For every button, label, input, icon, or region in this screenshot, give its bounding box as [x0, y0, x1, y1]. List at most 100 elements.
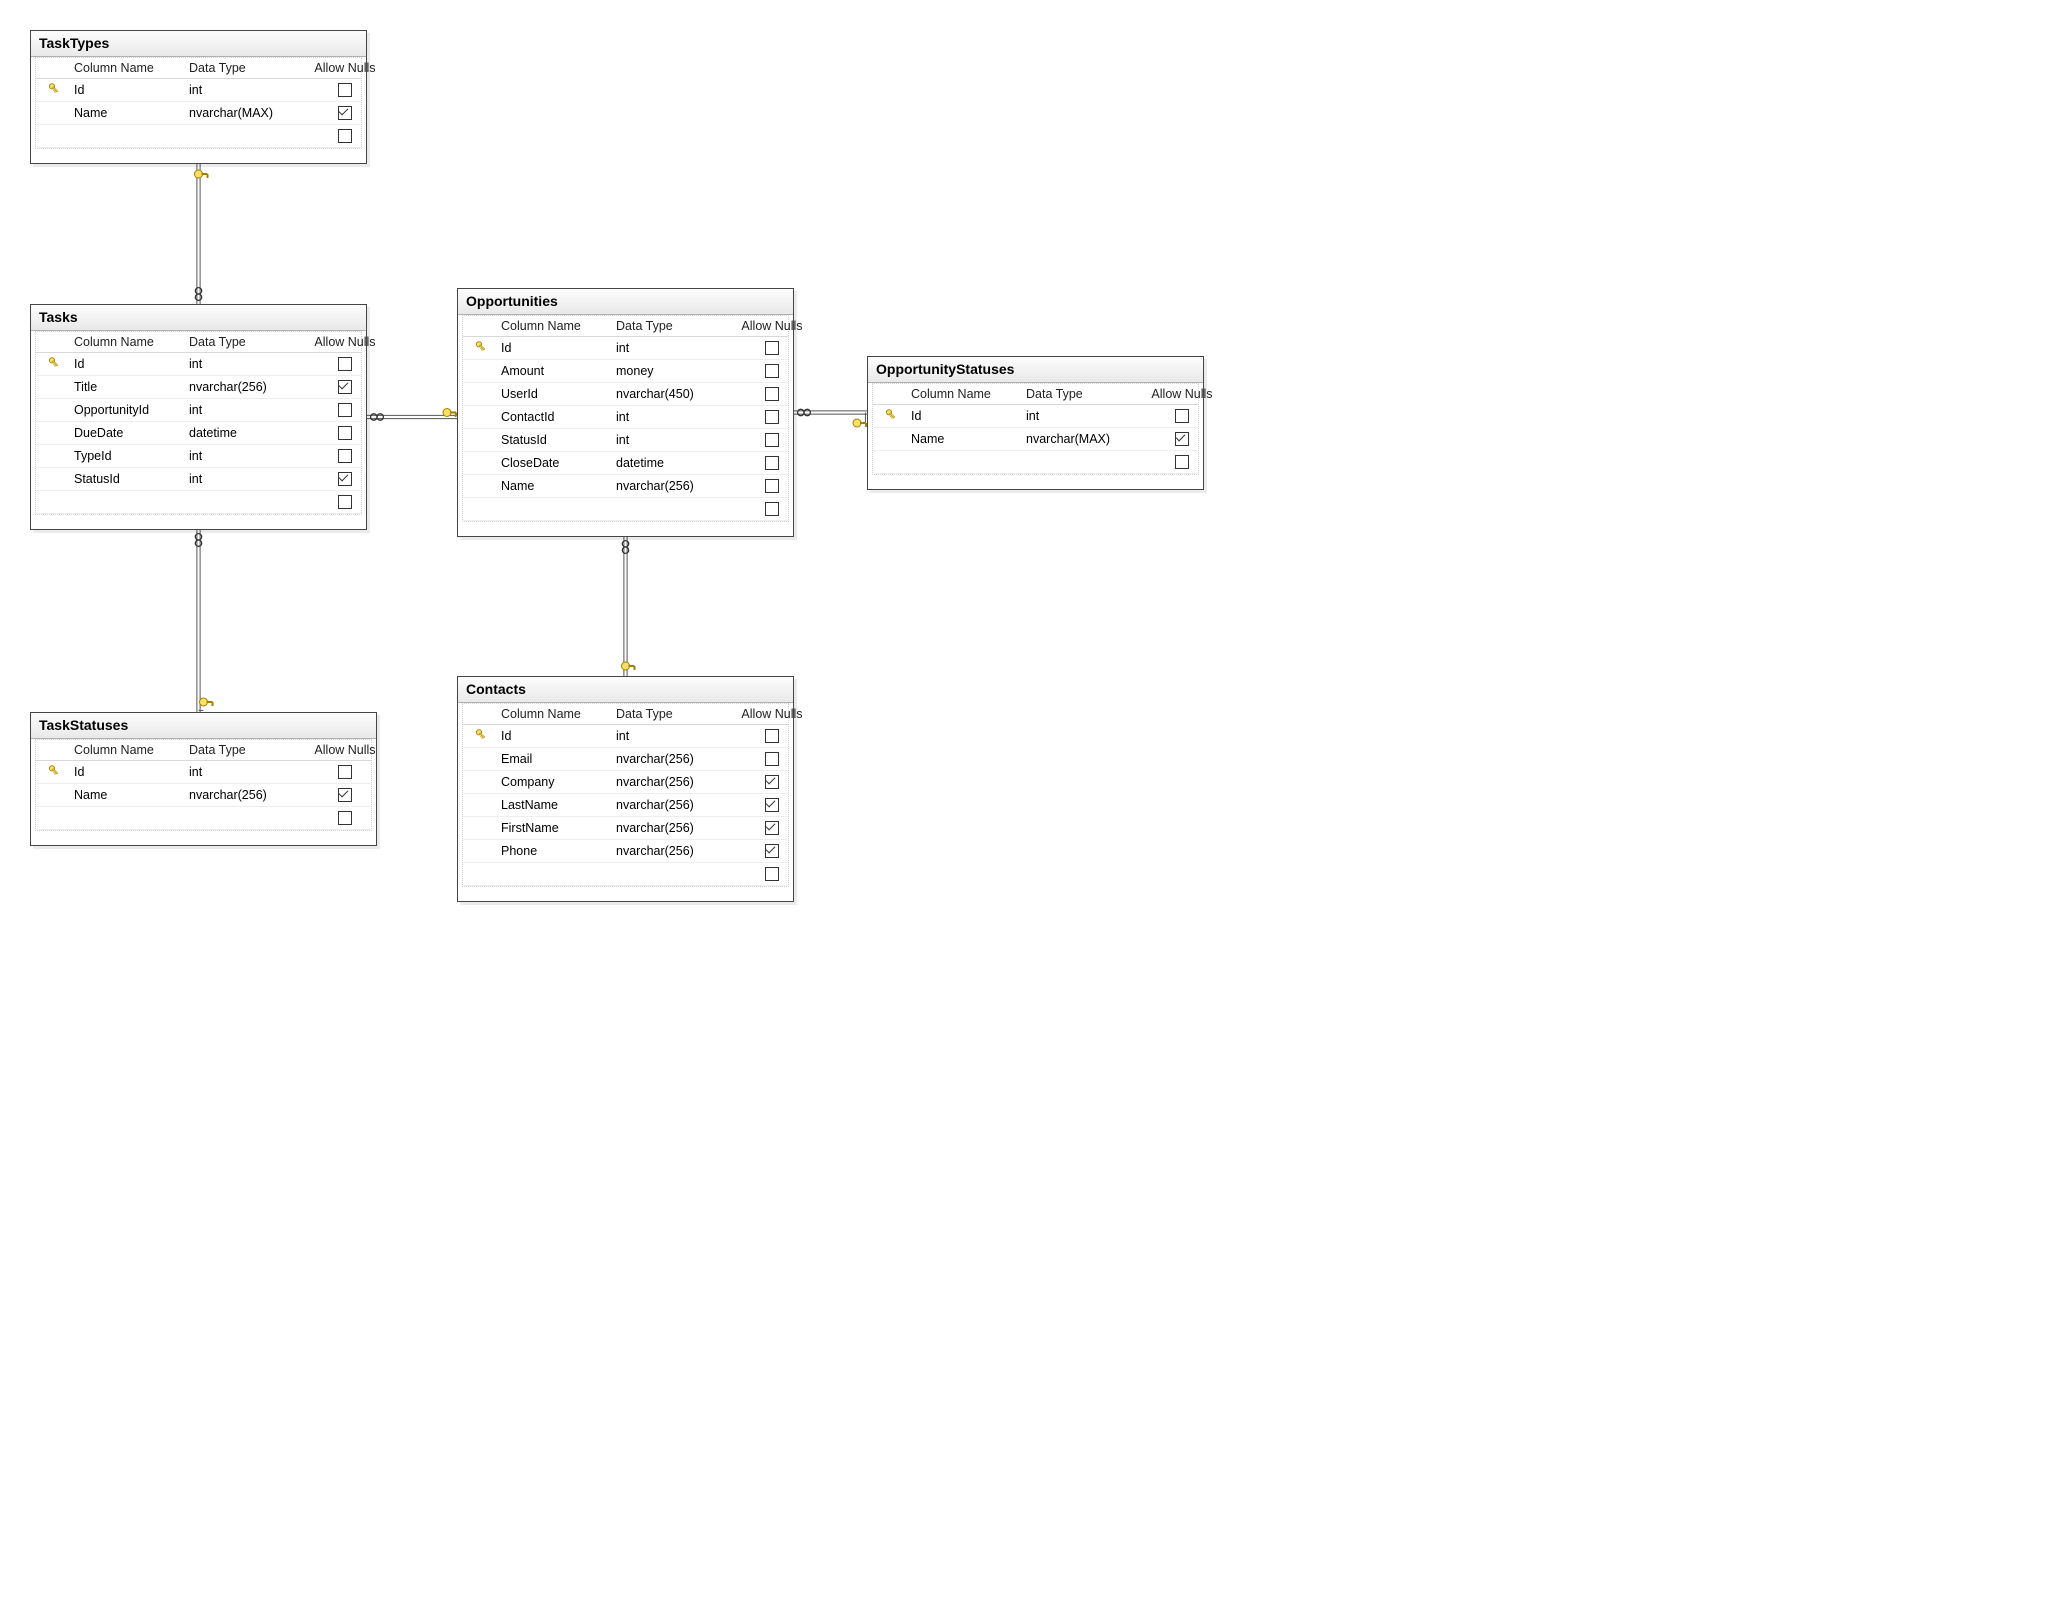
header-allow-nulls: Allow Nulls — [730, 704, 814, 724]
column-name: OpportunityId — [68, 403, 183, 417]
column-name: FirstName — [495, 821, 610, 835]
allow-nulls-checkbox[interactable] — [730, 775, 814, 789]
allow-nulls-checkbox[interactable] — [303, 449, 387, 463]
column-row[interactable]: Idint — [36, 353, 361, 376]
column-type: nvarchar(256) — [610, 844, 730, 858]
column-name: Company — [495, 775, 610, 789]
column-row[interactable]: Idint — [463, 725, 788, 748]
allow-nulls-checkbox[interactable] — [730, 479, 814, 493]
column-type: int — [183, 357, 303, 371]
column-type: int — [610, 433, 730, 447]
column-type: nvarchar(256) — [610, 798, 730, 812]
column-row[interactable]: OpportunityIdint — [36, 399, 361, 422]
allow-nulls-checkbox[interactable] — [303, 472, 387, 486]
column-type: int — [183, 83, 303, 97]
column-row[interactable]: Namenvarchar(MAX) — [873, 428, 1198, 451]
column-row[interactable]: Amountmoney — [463, 360, 788, 383]
allow-nulls-checkbox[interactable] — [730, 867, 814, 881]
allow-nulls-checkbox[interactable] — [303, 357, 387, 371]
column-row[interactable]: Emailnvarchar(256) — [463, 748, 788, 771]
header-data-type: Data Type — [183, 740, 303, 760]
column-row[interactable]: UserIdnvarchar(450) — [463, 383, 788, 406]
allow-nulls-checkbox[interactable] — [303, 426, 387, 440]
allow-nulls-checkbox[interactable] — [730, 844, 814, 858]
column-type: int — [183, 472, 303, 486]
allow-nulls-checkbox[interactable] — [730, 410, 814, 424]
column-row[interactable]: Namenvarchar(256) — [36, 784, 371, 807]
empty-row[interactable] — [36, 125, 361, 148]
column-row[interactable]: Companynvarchar(256) — [463, 771, 788, 794]
allow-nulls-checkbox[interactable] — [730, 729, 814, 743]
column-row[interactable]: StatusIdint — [463, 429, 788, 452]
empty-row[interactable] — [873, 451, 1198, 474]
column-name: Phone — [495, 844, 610, 858]
entity-taskstatuses[interactable]: TaskStatusesColumn NameData TypeAllow Nu… — [30, 712, 377, 846]
entity-opportunities[interactable]: OpportunitiesColumn NameData TypeAllow N… — [457, 288, 794, 537]
allow-nulls-checkbox[interactable] — [303, 129, 387, 143]
column-name: Name — [905, 432, 1020, 446]
entity-title: TaskTypes — [31, 31, 366, 57]
allow-nulls-checkbox[interactable] — [730, 456, 814, 470]
column-row[interactable]: Namenvarchar(256) — [463, 475, 788, 498]
allow-nulls-checkbox[interactable] — [730, 433, 814, 447]
column-row[interactable]: FirstNamenvarchar(256) — [463, 817, 788, 840]
allow-nulls-checkbox[interactable] — [1140, 409, 1224, 423]
header-data-type: Data Type — [610, 704, 730, 724]
entity-contacts[interactable]: ContactsColumn NameData TypeAllow NullsI… — [457, 676, 794, 902]
column-row[interactable]: Titlenvarchar(256) — [36, 376, 361, 399]
allow-nulls-checkbox[interactable] — [730, 752, 814, 766]
header-column-name: Column Name — [68, 58, 183, 78]
column-row[interactable]: CloseDatedatetime — [463, 452, 788, 475]
allow-nulls-checkbox[interactable] — [730, 387, 814, 401]
column-name: Id — [68, 83, 183, 97]
column-type: nvarchar(256) — [610, 821, 730, 835]
allow-nulls-checkbox[interactable] — [1140, 455, 1224, 469]
column-name: LastName — [495, 798, 610, 812]
allow-nulls-checkbox[interactable] — [303, 403, 387, 417]
allow-nulls-checkbox[interactable] — [303, 495, 387, 509]
column-type: nvarchar(256) — [610, 752, 730, 766]
column-row[interactable]: Idint — [463, 337, 788, 360]
empty-row[interactable] — [463, 863, 788, 886]
entity-title: Contacts — [458, 677, 793, 703]
allow-nulls-checkbox[interactable] — [303, 811, 387, 825]
empty-row[interactable] — [36, 807, 371, 830]
primary-key-icon — [873, 409, 905, 423]
column-row[interactable]: LastNamenvarchar(256) — [463, 794, 788, 817]
allow-nulls-checkbox[interactable] — [303, 380, 387, 394]
column-row[interactable]: Namenvarchar(MAX) — [36, 102, 361, 125]
primary-key-icon — [463, 341, 495, 355]
column-type: int — [183, 403, 303, 417]
column-name: Title — [68, 380, 183, 394]
column-name: Id — [68, 765, 183, 779]
column-row[interactable]: Idint — [873, 405, 1198, 428]
allow-nulls-checkbox[interactable] — [730, 341, 814, 355]
allow-nulls-checkbox[interactable] — [1140, 432, 1224, 446]
allow-nulls-checkbox[interactable] — [303, 106, 387, 120]
entity-tasktypes[interactable]: TaskTypesColumn NameData TypeAllow Nulls… — [30, 30, 367, 164]
column-row[interactable]: TypeIdint — [36, 445, 361, 468]
allow-nulls-checkbox[interactable] — [303, 788, 387, 802]
column-row[interactable]: DueDatedatetime — [36, 422, 361, 445]
column-row[interactable]: Idint — [36, 761, 371, 784]
primary-key-icon — [36, 357, 68, 371]
allow-nulls-checkbox[interactable] — [730, 364, 814, 378]
allow-nulls-checkbox[interactable] — [730, 798, 814, 812]
column-name: Email — [495, 752, 610, 766]
entity-tasks[interactable]: TasksColumn NameData TypeAllow NullsIdin… — [30, 304, 367, 530]
column-name: CloseDate — [495, 456, 610, 470]
column-name: Name — [68, 788, 183, 802]
column-row[interactable]: StatusIdint — [36, 468, 361, 491]
column-row[interactable]: ContactIdint — [463, 406, 788, 429]
column-name: Id — [495, 341, 610, 355]
empty-row[interactable] — [36, 491, 361, 514]
entity-opportunitystatuses[interactable]: OpportunityStatusesColumn NameData TypeA… — [867, 356, 1204, 490]
allow-nulls-checkbox[interactable] — [730, 821, 814, 835]
column-row[interactable]: Idint — [36, 79, 361, 102]
allow-nulls-checkbox[interactable] — [303, 765, 387, 779]
allow-nulls-checkbox[interactable] — [303, 83, 387, 97]
column-type: int — [183, 765, 303, 779]
column-row[interactable]: Phonenvarchar(256) — [463, 840, 788, 863]
allow-nulls-checkbox[interactable] — [730, 502, 814, 516]
empty-row[interactable] — [463, 498, 788, 521]
